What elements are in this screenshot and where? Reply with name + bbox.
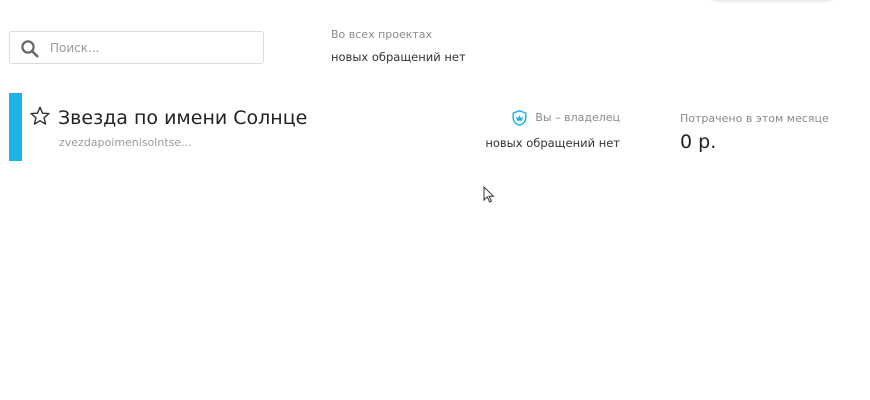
spent-label: Потрачено в этом месяце [680, 112, 829, 125]
star-outline-icon[interactable] [29, 105, 51, 127]
project-title[interactable]: Звезда по имени Солнце [58, 106, 307, 130]
all-projects-status: новых обращений нет [331, 50, 466, 64]
project-status: новых обращений нет [485, 136, 620, 150]
owner-role-line: Вы – владелец [485, 110, 620, 126]
project-accent-bar [9, 93, 22, 161]
project-slug: zvezdapoimenisolntse... [59, 136, 192, 149]
mouse-cursor-icon [483, 186, 495, 203]
all-projects-label: Во всех проектах [331, 28, 433, 41]
owner-block: Вы – владелец новых обращений нет [485, 110, 620, 150]
spent-value: 0 р. [680, 131, 717, 153]
shield-crown-icon [512, 110, 527, 126]
project-row[interactable]: Звезда по имени Солнце zvezdapoimenisoln… [9, 93, 861, 161]
search-box[interactable] [9, 31, 264, 64]
monthly-spending: Потрачено в этом месяце 0 р. [680, 112, 829, 154]
all-projects-summary: Во всех проектах новых обращений нет [331, 28, 466, 64]
search-icon [21, 40, 39, 58]
search-input[interactable] [50, 32, 255, 63]
owner-role-label: Вы – владелец [535, 111, 620, 124]
